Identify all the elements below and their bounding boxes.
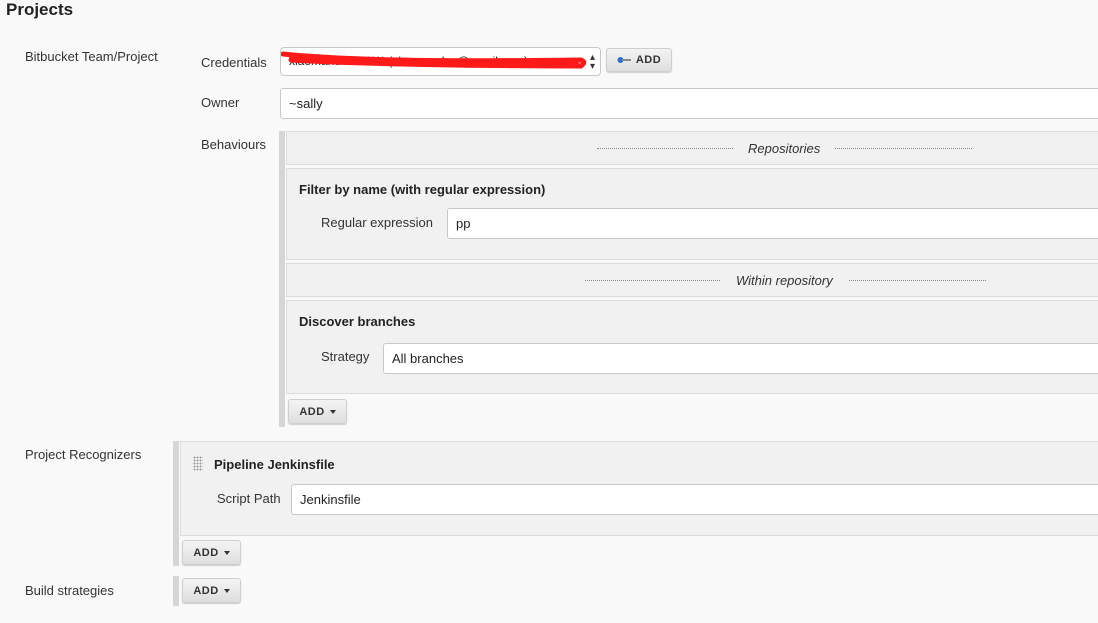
strategy-label: Strategy: [321, 349, 370, 364]
credentials-add-button[interactable]: ADD: [606, 48, 672, 72]
divider-line-left: [585, 280, 720, 281]
credentials-select[interactable]: xiaomandev/****** (xiaomandev@gmail.com)…: [280, 47, 601, 76]
script-path-input[interactable]: [291, 484, 1098, 515]
owner-input[interactable]: [280, 88, 1098, 119]
build-strategies-add-button[interactable]: ADD: [182, 578, 241, 603]
project-recognizers-label: Project Recognizers: [25, 447, 142, 462]
recognizers-add-label: ADD: [193, 546, 219, 559]
chevron-down-icon: [329, 409, 336, 414]
behaviours-bar: [279, 131, 285, 427]
build-strategies-bar: [173, 576, 179, 606]
divider-line-right: [849, 280, 986, 281]
repositories-divider: Repositories: [286, 131, 1098, 165]
within-repository-title: Within repository: [736, 273, 833, 288]
build-strategies-add-label: ADD: [193, 584, 219, 597]
drag-handle-icon[interactable]: [193, 456, 203, 471]
within-repository-divider: Within repository: [286, 263, 1098, 297]
regex-input[interactable]: [447, 208, 1098, 239]
behaviours-add-label: ADD: [299, 405, 325, 418]
credentials-add-label: ADD: [635, 54, 662, 66]
select-arrows-icon: ▴ ▾: [589, 52, 595, 72]
discover-branches-panel: Discover branches Strategy All branches: [286, 300, 1098, 394]
regex-label: Regular expression: [321, 215, 434, 230]
pipeline-jenkinsfile-panel: Pipeline Jenkinsfile Script Path: [180, 441, 1098, 536]
bitbucket-team-project-label: Bitbucket Team/Project: [25, 49, 158, 64]
key-icon: [617, 57, 631, 63]
behaviours-label: Behaviours: [201, 137, 267, 152]
page-title: Projects: [6, 0, 74, 19]
chevron-down-icon: [223, 588, 230, 593]
script-path-label: Script Path: [217, 491, 281, 506]
strategy-select[interactable]: All branches: [383, 343, 1098, 374]
recognizers-bar: [173, 441, 179, 566]
credentials-label: Credentials: [201, 55, 267, 70]
divider-line-right: [835, 148, 972, 149]
filter-by-name-title: Filter by name (with regular expression): [299, 182, 546, 197]
pipeline-jenkinsfile-title: Pipeline Jenkinsfile: [214, 457, 335, 472]
behaviours-add-button[interactable]: ADD: [288, 399, 347, 424]
redaction-scribble: [281, 51, 587, 69]
discover-branches-title: Discover branches: [299, 314, 416, 329]
filter-by-name-panel: Filter by name (with regular expression)…: [286, 168, 1098, 260]
recognizers-add-button[interactable]: ADD: [182, 540, 241, 565]
divider-line-left: [597, 148, 733, 149]
repositories-title: Repositories: [748, 141, 821, 156]
build-strategies-label: Build strategies: [25, 583, 114, 598]
owner-label: Owner: [201, 95, 240, 110]
chevron-down-icon: [223, 550, 230, 555]
